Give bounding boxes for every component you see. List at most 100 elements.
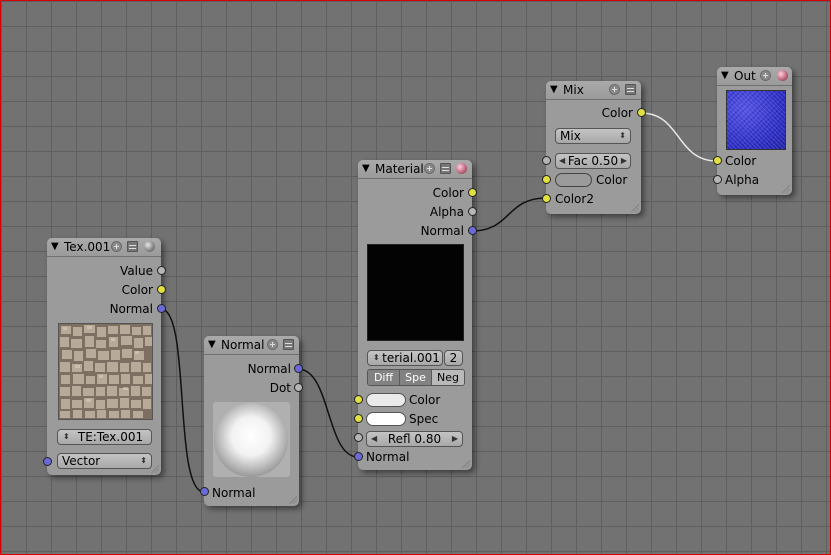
socket-tex-vector-input[interactable] <box>43 457 52 466</box>
socket-normal-dot-out[interactable] <box>294 383 303 392</box>
spec-toggle[interactable]: Spe <box>400 370 432 385</box>
socket-tex-color[interactable] <box>157 285 166 294</box>
normal-sphere-widget[interactable] <box>213 402 290 477</box>
socket-tex-value[interactable] <box>157 266 166 275</box>
plus-icon[interactable] <box>267 339 278 350</box>
output-label-color: Color <box>121 283 153 297</box>
socket-material-normal-in[interactable] <box>354 452 363 461</box>
node-normal[interactable]: ▼ Normal Normal Dot Normal <box>204 336 299 506</box>
output-preview <box>726 90 786 150</box>
node-header[interactable]: ▼ Tex.001 <box>47 238 161 257</box>
normal-sphere[interactable] <box>214 403 288 477</box>
list-icon[interactable] <box>440 163 451 174</box>
resize-grip-icon[interactable] <box>631 204 639 212</box>
material-name-field[interactable]: ⬍ terial.001 <box>367 350 443 366</box>
blend-mode-select[interactable]: Mix ⬍ <box>555 128 631 144</box>
resize-grip-icon[interactable] <box>289 496 297 504</box>
node-title: Mix <box>563 83 584 97</box>
input-label-color2: Color2 <box>555 192 594 206</box>
preview-ball-icon[interactable] <box>144 241 155 252</box>
plus-icon[interactable] <box>111 241 122 252</box>
socket-material-alpha-out[interactable] <box>468 207 477 216</box>
socket-material-color-in[interactable] <box>354 395 363 404</box>
socket-material-color-out[interactable] <box>468 188 477 197</box>
up-down-arrows-icon[interactable]: ⬍ <box>373 351 380 365</box>
dropdown-arrows-icon[interactable]: ⬍ <box>140 454 147 468</box>
texture-name-field[interactable]: ⬍ TE:Tex.001 <box>57 429 152 445</box>
triangle-collapse-icon[interactable]: ▼ <box>721 70 729 81</box>
color-swatch[interactable] <box>366 393 406 407</box>
texture-name-value: TE:Tex.001 <box>77 430 144 444</box>
material-users-count[interactable]: 2 <box>444 350 463 366</box>
plus-icon[interactable] <box>609 84 620 95</box>
node-header[interactable]: ▼ Mix <box>546 81 641 100</box>
refl-slider[interactable]: ◀ Refl 0.80 ▶ <box>366 431 463 447</box>
plus-icon[interactable] <box>424 163 435 174</box>
socket-mix-color-out[interactable] <box>637 108 646 117</box>
list-icon[interactable] <box>283 339 294 350</box>
node-title: Out <box>734 69 756 83</box>
blend-mode-value: Mix <box>560 129 581 143</box>
socket-tex-normal[interactable] <box>157 304 166 313</box>
color1-swatch[interactable] <box>555 173 592 187</box>
output-label-normal: Normal <box>420 224 464 238</box>
list-icon[interactable] <box>625 84 636 95</box>
socket-material-normal-out[interactable] <box>468 226 477 235</box>
node-material[interactable]: ▼ Material Color Alpha Normal ⬍ terial.0… <box>358 160 472 470</box>
triangle-collapse-icon[interactable]: ▼ <box>51 241 59 252</box>
fac-slider[interactable]: ◀ Fac 0.50 ▶ <box>555 153 631 169</box>
input-label-normal: Normal <box>212 486 256 500</box>
node-title: Normal <box>221 338 265 352</box>
material-preview <box>367 244 464 341</box>
up-down-arrows-icon[interactable]: ⬍ <box>63 430 70 444</box>
input-label-alpha: Alpha <box>725 173 760 187</box>
link-material-mix <box>471 197 547 232</box>
node-header[interactable]: ▼ Out <box>717 67 792 86</box>
plus-icon[interactable] <box>760 70 771 81</box>
node-mix[interactable]: ▼ Mix Color Mix ⬍ ◀ Fac 0.50 ▶ Color Col… <box>546 81 641 214</box>
output-label-alpha: Alpha <box>429 205 464 219</box>
resize-grip-icon[interactable] <box>462 460 470 468</box>
node-header[interactable]: ▼ Normal <box>204 336 299 355</box>
neg-toggle[interactable]: Neg <box>432 370 464 385</box>
socket-material-refl-in[interactable] <box>354 433 363 442</box>
node-title: Tex.001 <box>64 240 111 254</box>
list-icon[interactable] <box>127 241 138 252</box>
resize-grip-icon[interactable] <box>782 185 790 193</box>
output-label-value: Value <box>120 264 153 278</box>
spec-swatch[interactable] <box>366 412 406 426</box>
node-output[interactable]: ▼ Out Color Alpha <box>717 67 792 195</box>
socket-normal-normal-in[interactable] <box>200 487 209 496</box>
output-label-normal: Normal <box>247 362 291 376</box>
output-label-color: Color <box>601 106 633 120</box>
socket-out-alpha-in[interactable] <box>713 175 722 184</box>
render-ball-icon[interactable] <box>777 70 788 81</box>
right-arrow-icon[interactable]: ▶ <box>452 432 458 446</box>
node-header[interactable]: ▼ Material <box>358 160 472 179</box>
socket-material-spec-in[interactable] <box>354 414 363 423</box>
right-arrow-icon[interactable]: ▶ <box>621 154 627 168</box>
link-normal-material <box>297 368 359 458</box>
triangle-collapse-icon[interactable]: ▼ <box>550 84 558 95</box>
dropdown-arrows-icon[interactable]: ⬍ <box>619 129 626 143</box>
socket-mix-color2-in[interactable] <box>542 194 551 203</box>
socket-mix-color1-in[interactable] <box>542 175 551 184</box>
cobblestone-texture-image <box>59 324 152 419</box>
vector-select[interactable]: Vector ⬍ <box>57 453 152 469</box>
left-arrow-icon[interactable]: ◀ <box>371 432 377 446</box>
resize-grip-icon[interactable] <box>151 465 159 473</box>
triangle-collapse-icon[interactable]: ▼ <box>208 339 216 350</box>
triangle-collapse-icon[interactable]: ▼ <box>362 163 370 174</box>
refl-value: Refl 0.80 <box>387 432 442 446</box>
input-label-spec: Spec <box>409 412 439 426</box>
input-label-color: Color <box>409 393 441 407</box>
node-texture[interactable]: ▼ Tex.001 Value Color Normal ⬍ TE:Tex.00… <box>47 238 161 475</box>
link-mix-out <box>640 112 718 162</box>
socket-out-color-in[interactable] <box>713 156 722 165</box>
left-arrow-icon[interactable]: ◀ <box>559 154 565 168</box>
node-editor-canvas[interactable]: ▼ Tex.001 Value Color Normal ⬍ TE:Tex.00… <box>0 0 831 555</box>
socket-normal-normal-out[interactable] <box>294 364 303 373</box>
diff-toggle[interactable]: Diff <box>368 370 400 385</box>
material-ball-icon[interactable] <box>456 163 467 174</box>
socket-mix-fac-in[interactable] <box>542 156 551 165</box>
